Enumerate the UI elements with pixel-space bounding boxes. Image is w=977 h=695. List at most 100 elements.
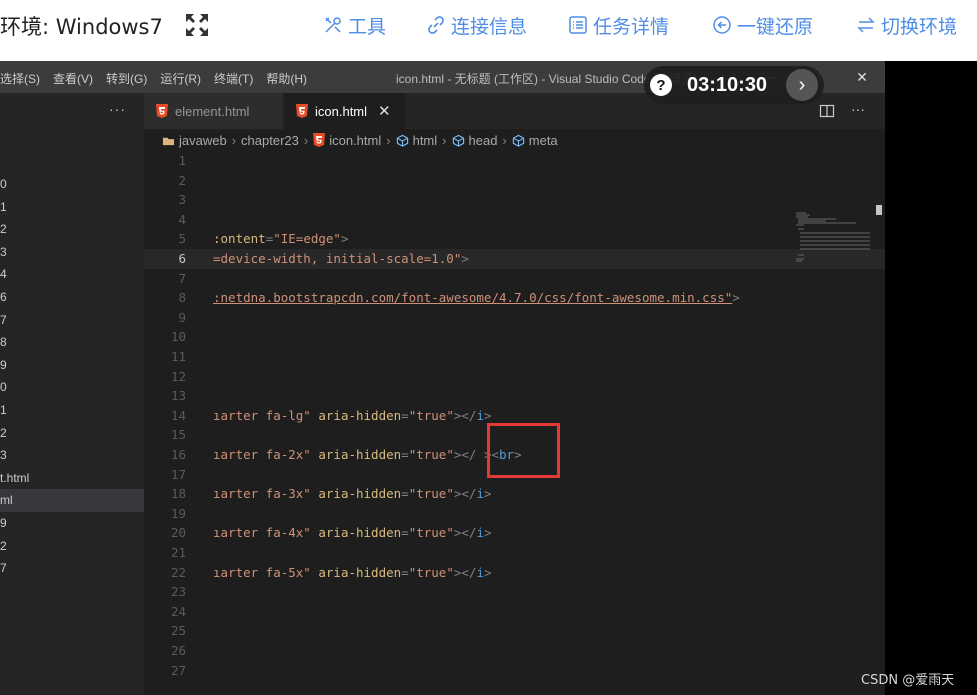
breadcrumb-item[interactable]: javaweb	[162, 133, 227, 148]
code-line[interactable]: 9	[144, 308, 885, 328]
switch-environment-button[interactable]: 切换环境	[856, 12, 957, 38]
file-list-item[interactable]: 3	[0, 444, 144, 467]
code-line[interactable]: 4	[144, 210, 885, 230]
menu-select[interactable]: 选择(S)	[0, 70, 40, 87]
code-line[interactable]: 18 ıarter fa-3x" aria-hidden="true"></i>	[144, 484, 885, 504]
code-line[interactable]: 3	[144, 190, 885, 210]
code-line[interactable]: 8:netdna.bootstrapcdn.com/font-awesome/4…	[144, 288, 885, 308]
code-line[interactable]: 2	[144, 171, 885, 191]
breadcrumb-item[interactable]: meta	[512, 133, 558, 148]
breadcrumb-item[interactable]: head	[452, 133, 497, 148]
menu-terminal[interactable]: 终端(T)	[214, 70, 253, 87]
file-list-item[interactable]: 9	[0, 512, 144, 535]
menu-goto[interactable]: 转到(G)	[106, 70, 147, 87]
code-text: :ontent="IE=edge">	[213, 231, 349, 247]
code-line[interactable]: 22 ıarter fa-5x" aria-hidden="true"></i>	[144, 563, 885, 583]
file-list-item[interactable]: ml	[0, 489, 144, 512]
symbol-element-icon	[512, 134, 524, 147]
code-text: =device-width, initial-scale=1.0">	[213, 251, 469, 266]
code-text: ıarter fa-4x" aria-hidden="true"></i>	[213, 525, 492, 541]
tab-icon-html[interactable]: icon.html ✕	[284, 93, 406, 129]
restore-label: 一键还原	[737, 15, 814, 38]
close-window-button[interactable]: ✕	[839, 61, 885, 93]
remote-desktop-background	[885, 61, 977, 695]
code-line[interactable]: 7	[144, 269, 885, 289]
task-details-button[interactable]: 任务详情	[568, 12, 669, 38]
file-list-item[interactable]: 7	[0, 557, 144, 580]
code-line[interactable]: 25	[144, 621, 885, 641]
breadcrumb-label: html	[412, 132, 438, 148]
line-number: 11	[170, 349, 186, 364]
explorer-sidebar: ··· 0 1 2 3 4 6 7 8 9 0 1 2 3 t.html ml 9 2 7	[0, 93, 144, 695]
menu-help[interactable]: 帮助(H)	[266, 70, 307, 87]
menu-view[interactable]: 查看(V)	[53, 70, 93, 87]
code-line[interactable]: 23	[144, 582, 885, 602]
file-list-item[interactable]: 4	[0, 263, 144, 286]
code-line[interactable]: 24	[144, 602, 885, 622]
code-text: ıarter fa-5x" aria-hidden="true"></i>	[213, 564, 492, 580]
line-number: 16	[170, 447, 186, 462]
file-list-item[interactable]: 9	[0, 354, 144, 377]
file-list-item[interactable]: 8	[0, 331, 144, 354]
code-line[interactable]: 10	[144, 327, 885, 347]
top-toolbar: 环境: Windows7 工具 连接信息 任务详情 一键还原 切换环境	[0, 0, 977, 56]
code-line[interactable]: 11	[144, 347, 885, 367]
file-list-item[interactable]: 1	[0, 399, 144, 422]
code-line[interactable]: 19	[144, 504, 885, 524]
menu-run[interactable]: 运行(R)	[160, 70, 201, 87]
code-line[interactable]: 6 =device-width, initial-scale=1.0">	[144, 249, 885, 269]
code-line[interactable]: 5:ontent="IE=edge">	[144, 229, 885, 249]
help-icon[interactable]: ?	[650, 74, 672, 96]
code-line[interactable]: 20 ıarter fa-4x" aria-hidden="true"></i>	[144, 523, 885, 543]
breadcrumb-label: meta	[528, 132, 558, 148]
tools-button[interactable]: 工具	[323, 12, 386, 38]
code-line[interactable]: 13	[144, 386, 885, 406]
code-line[interactable]: 1	[144, 151, 885, 171]
tab-element-html[interactable]: element.html	[144, 93, 282, 129]
line-number: 21	[170, 545, 186, 560]
line-number: 26	[170, 643, 186, 658]
line-number: 7	[178, 270, 186, 286]
minimap[interactable]	[796, 211, 874, 271]
fullscreen-icon[interactable]	[183, 11, 211, 39]
file-list-item[interactable]: 1	[0, 196, 144, 219]
file-list-item[interactable]: 6	[0, 286, 144, 309]
code-line[interactable]: 27	[144, 661, 885, 681]
code-line[interactable]: 26	[144, 641, 885, 661]
file-list-item[interactable]: 0	[0, 173, 144, 196]
line-number: 2	[178, 172, 186, 188]
code-text: :netdna.bootstrapcdn.com/font-awesome/4.…	[213, 290, 740, 306]
symbol-element-icon	[396, 134, 408, 147]
countdown-timer: ? 03:10:30 ›	[644, 66, 824, 104]
file-list-item[interactable]: 3	[0, 241, 144, 264]
file-list-item[interactable]: t.html	[0, 467, 144, 490]
close-tab-icon[interactable]: ✕	[378, 102, 391, 120]
breadcrumb-item[interactable]: icon.html	[313, 133, 381, 148]
explorer-more-icon[interactable]: ···	[109, 101, 126, 117]
editor-more-icon[interactable]: ···	[851, 101, 865, 117]
breadcrumb-item[interactable]: html	[396, 132, 438, 148]
connection-info-button[interactable]: 连接信息	[426, 12, 527, 38]
symbol-element-icon	[452, 134, 464, 147]
line-number: 20	[170, 525, 186, 541]
code-line[interactable]: 21	[144, 543, 885, 563]
file-list-item[interactable]: 2	[0, 535, 144, 558]
split-editor-icon[interactable]	[819, 103, 835, 119]
chevron-right-icon: ›	[442, 132, 447, 148]
code-line[interactable]: 12	[144, 367, 885, 387]
scrollbar-thumb[interactable]	[876, 205, 882, 215]
line-number: 23	[170, 584, 186, 600]
restore-button[interactable]: 一键还原	[712, 12, 813, 38]
file-list-item[interactable]: 2	[0, 422, 144, 445]
menu-bar: 选择(S) 查看(V) 转到(G) 运行(R) 终端(T) 帮助(H)	[0, 70, 320, 87]
breadcrumb-item[interactable]: chapter23	[241, 133, 299, 148]
explorer-toolbar: ···	[0, 93, 144, 129]
code-text: ıarter fa-3x" aria-hidden="true"></i>	[213, 486, 492, 502]
line-number: 9	[178, 309, 186, 325]
chevron-right-icon[interactable]: ›	[786, 69, 818, 101]
line-number: 19	[170, 505, 186, 521]
file-list-item[interactable]: 7	[0, 309, 144, 332]
environment-label: 环境: Windows7	[0, 15, 163, 39]
file-list-item[interactable]: 0	[0, 376, 144, 399]
file-list-item[interactable]: 2	[0, 218, 144, 241]
